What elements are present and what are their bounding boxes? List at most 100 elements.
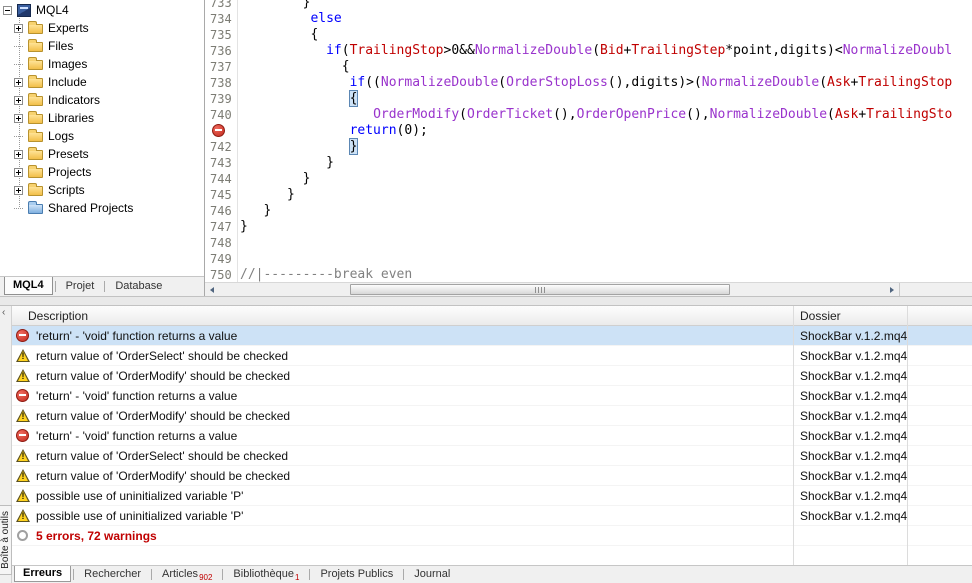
- tab-projets-publics[interactable]: Projets Publics: [312, 567, 401, 582]
- error-row[interactable]: return value of 'OrderModify' should be …: [12, 406, 972, 426]
- line-number[interactable]: 738: [205, 75, 236, 91]
- code-text: }: [240, 203, 271, 218]
- expand-plus-icon[interactable]: [14, 186, 23, 195]
- error-row[interactable]: return value of 'OrderModify' should be …: [12, 466, 972, 486]
- tab-rechercher[interactable]: Rechercher: [76, 567, 149, 582]
- error-description: possible use of uninitialized variable '…: [36, 509, 793, 523]
- line-number[interactable]: 742: [205, 139, 236, 155]
- line-number[interactable]: 750: [205, 267, 236, 283]
- folder-icon: [28, 168, 43, 178]
- code-line[interactable]: 738 if((NormalizeDouble(OrderStopLoss(),…: [205, 75, 972, 91]
- tab-separator: [403, 569, 404, 580]
- expand-plus-icon[interactable]: [14, 168, 23, 177]
- collapse-chevron-icon[interactable]: ‹: [2, 307, 5, 318]
- tree-item-presets[interactable]: Presets: [0, 145, 204, 163]
- line-number[interactable]: 736: [205, 43, 236, 59]
- scroll-left-arrow-icon[interactable]: [205, 283, 220, 296]
- code-line[interactable]: 747}: [205, 219, 972, 235]
- error-row[interactable]: 5 errors, 72 warnings: [12, 526, 972, 546]
- code-line[interactable]: 748: [205, 235, 972, 251]
- error-row[interactable]: 'return' - 'void' function returns a val…: [12, 326, 972, 346]
- code-line[interactable]: 736 if(TrailingStop>0&&NormalizeDouble(B…: [205, 43, 972, 59]
- tree-root-mql4[interactable]: MQL4: [0, 1, 204, 19]
- tree-item-projects[interactable]: Projects: [0, 163, 204, 181]
- line-number[interactable]: 733: [205, 0, 236, 11]
- line-number[interactable]: 740: [205, 107, 236, 123]
- scrollbar-track[interactable]: [220, 283, 884, 296]
- tab-journal[interactable]: Journal: [406, 567, 458, 582]
- tree-item-include[interactable]: Include: [0, 73, 204, 91]
- line-number[interactable]: 739: [205, 91, 236, 107]
- tree-item-files[interactable]: Files: [0, 37, 204, 55]
- tab-badge: 1: [295, 573, 299, 582]
- tab-articles[interactable]: Articles902: [154, 567, 220, 582]
- warning-icon: [16, 509, 30, 523]
- code-line[interactable]: 746 }: [205, 203, 972, 219]
- tree-item-images[interactable]: Images: [0, 55, 204, 73]
- tree-item-scripts[interactable]: Scripts: [0, 181, 204, 199]
- column-header-description[interactable]: Description: [12, 309, 793, 323]
- folder-icon: [28, 24, 43, 34]
- code-line[interactable]: 739 {: [205, 91, 972, 107]
- tree-item-libraries[interactable]: Libraries: [0, 109, 204, 127]
- warning-icon: [16, 449, 30, 463]
- expand-plus-icon[interactable]: [14, 78, 23, 87]
- error-row[interactable]: return value of 'OrderModify' should be …: [12, 366, 972, 386]
- code-line[interactable]: 749: [205, 251, 972, 267]
- error-description: 'return' - 'void' function returns a val…: [36, 329, 793, 343]
- line-number[interactable]: 744: [205, 171, 236, 187]
- code-line[interactable]: 735 {: [205, 27, 972, 43]
- code-line[interactable]: 744 }: [205, 171, 972, 187]
- horizontal-scrollbar[interactable]: [205, 283, 899, 296]
- line-number[interactable]: 734: [205, 11, 236, 27]
- error-row[interactable]: 'return' - 'void' function returns a val…: [12, 426, 972, 446]
- tab-projet[interactable]: Projet: [58, 278, 103, 295]
- line-number[interactable]: 737: [205, 59, 236, 75]
- panel-splitter[interactable]: [0, 296, 972, 306]
- expand-plus-icon[interactable]: [14, 114, 23, 123]
- line-number[interactable]: 735: [205, 27, 236, 43]
- code-line[interactable]: 737 {: [205, 59, 972, 75]
- column-header-dossier[interactable]: Dossier: [793, 309, 907, 323]
- tab-mql4[interactable]: MQL4: [4, 277, 53, 295]
- line-number[interactable]: 745: [205, 187, 236, 203]
- collapse-minus-icon[interactable]: [3, 6, 12, 15]
- error-row[interactable]: return value of 'OrderSelect' should be …: [12, 346, 972, 366]
- code-text: }: [240, 155, 334, 170]
- error-row[interactable]: return value of 'OrderSelect' should be …: [12, 446, 972, 466]
- expand-plus-icon[interactable]: [14, 150, 23, 159]
- error-row[interactable]: possible use of uninitialized variable '…: [12, 506, 972, 526]
- line-number[interactable]: 749: [205, 251, 236, 267]
- error-row[interactable]: possible use of uninitialized variable '…: [12, 486, 972, 506]
- line-number[interactable]: [205, 123, 236, 139]
- code-line[interactable]: return(0);: [205, 123, 972, 139]
- code-text: //|---------break even: [240, 267, 412, 282]
- tree-item-experts[interactable]: Experts: [0, 19, 204, 37]
- line-number[interactable]: 747: [205, 219, 236, 235]
- tab-erreurs[interactable]: Erreurs: [14, 566, 71, 582]
- tree-item-logs[interactable]: Logs: [0, 127, 204, 145]
- list-header: Description Dossier: [12, 306, 972, 326]
- scroll-right-arrow-icon[interactable]: [884, 283, 899, 296]
- tab-biblioth-que[interactable]: Bibliothèque1: [225, 567, 307, 582]
- line-number[interactable]: 743: [205, 155, 236, 171]
- toolbox-vertical-tab[interactable]: Boîte à outils: [0, 505, 12, 575]
- code-editor[interactable]: 733 }734 else735 {736 if(TrailingStop>0&…: [205, 0, 972, 296]
- expand-plus-icon[interactable]: [14, 96, 23, 105]
- code-line[interactable]: 750 //|---------break even: [205, 267, 972, 283]
- tab-separator: [151, 569, 152, 580]
- scrollbar-thumb[interactable]: [350, 284, 730, 295]
- error-row[interactable]: 'return' - 'void' function returns a val…: [12, 386, 972, 406]
- code-line[interactable]: 745 }: [205, 187, 972, 203]
- code-line[interactable]: 734 else: [205, 11, 972, 27]
- tree-item-shared-projects[interactable]: Shared Projects: [0, 199, 204, 217]
- code-line[interactable]: 743 }: [205, 155, 972, 171]
- code-line[interactable]: 742 }: [205, 139, 972, 155]
- code-line[interactable]: 733 }: [205, 0, 972, 11]
- expand-plus-icon[interactable]: [14, 24, 23, 33]
- line-number[interactable]: 748: [205, 235, 236, 251]
- tab-database[interactable]: Database: [107, 278, 170, 295]
- tree-item-indicators[interactable]: Indicators: [0, 91, 204, 109]
- line-number[interactable]: 746: [205, 203, 236, 219]
- code-line[interactable]: 740 OrderModify(OrderTicket(),OrderOpenP…: [205, 107, 972, 123]
